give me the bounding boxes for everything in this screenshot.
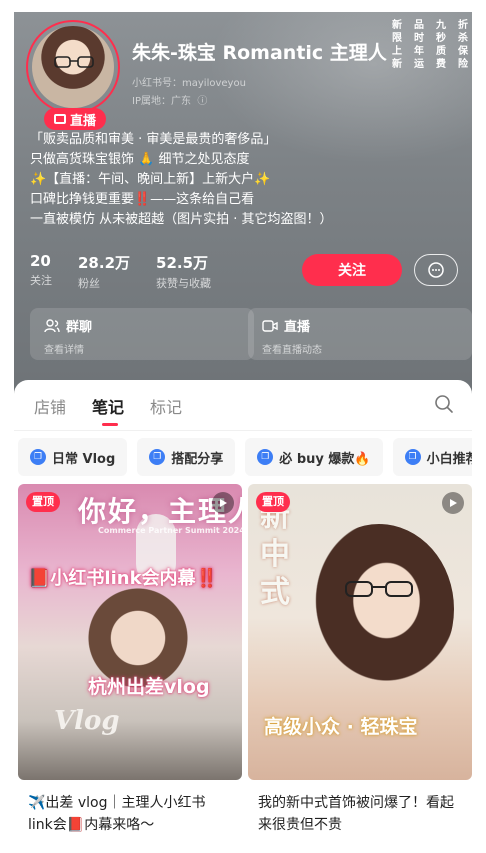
search-button[interactable]: [434, 394, 454, 414]
chip-label: 日常 Vlog: [52, 451, 116, 467]
promise-char: 费: [436, 59, 446, 70]
promise-char: 保: [458, 46, 468, 57]
promise-char: 年: [414, 46, 424, 57]
stat-label: 关注: [30, 274, 52, 287]
promise-char: 新: [392, 20, 402, 31]
chip-label: 必 buy 爆款🔥: [279, 451, 371, 467]
tabs-divider: [14, 430, 472, 431]
tab-tagged[interactable]: 标记: [150, 394, 182, 418]
cover-text: 新中式: [260, 499, 290, 610]
message-button[interactable]: [414, 254, 458, 286]
group-chat-icon: [44, 318, 60, 332]
stat-label: 粉丝: [78, 277, 100, 290]
promise-char: 运: [414, 59, 424, 70]
stat-following[interactable]: 20 关注: [30, 252, 52, 291]
avatar[interactable]: [32, 26, 114, 108]
stat-value: 52.5万: [156, 254, 209, 272]
group-chat-card[interactable]: 群聊 查看详情: [30, 308, 254, 360]
chip-label: 搭配分享: [171, 451, 224, 467]
chat-bubble-icon: [428, 262, 444, 278]
promise-char: 品: [414, 20, 424, 31]
promise-char: 上: [392, 46, 402, 57]
note-cover[interactable]: 新中式 高级小众 · 轻珠宝 置顶: [248, 484, 472, 780]
cover-text: 杭州出差vlog: [88, 676, 210, 698]
live-badge[interactable]: 直播: [44, 108, 106, 130]
promise-char: 折: [458, 20, 468, 31]
collection-chips: ❐ 日常 Vlog ❐ 搭配分享 ❐ 必 buy 爆款🔥 ❐ 小白推荐: [18, 438, 472, 476]
card-subtitle: 查看直播动态: [262, 345, 322, 356]
note-card[interactable]: 你好，主理人 Commerce Partner Summit 2024 📕小红书…: [18, 484, 242, 853]
live-card[interactable]: 直播 查看直播动态: [248, 308, 472, 360]
store-promises: 新 品 九 折 限 时 秒 杀 上 年 质 保 新 运 费 险: [386, 16, 472, 70]
note-title[interactable]: 我的新中式首饰被问爆了！看起来很贵但不贵: [258, 792, 464, 836]
video-play-icon: [212, 492, 234, 514]
follow-button[interactable]: 关注: [302, 254, 402, 286]
profile-stats: 20 关注 28.2万 粉丝 52.5万 获赞与收藏: [30, 252, 211, 291]
bio-line: ✨【直播：午间、晚间上新】上新大户✨: [30, 172, 271, 187]
chip-label: 小白推荐: [426, 451, 472, 467]
card-title: 直播: [262, 316, 458, 335]
cover-text: 高级小众 · 轻珠宝: [264, 716, 418, 738]
promise-char: 秒: [436, 33, 446, 44]
promise-char: 限: [392, 33, 402, 44]
bio-line: 「贩卖品质和审美 · 审美是最贵的奢侈品」: [30, 132, 277, 147]
stat-value: 20: [30, 252, 51, 270]
video-play-icon: [442, 492, 464, 514]
tab-notes[interactable]: 笔记: [92, 394, 124, 426]
card-title: 群聊: [44, 316, 240, 335]
pinned-badge: 置顶: [256, 492, 290, 512]
avatar-frame[interactable]: [26, 20, 120, 114]
note-card[interactable]: 新中式 高级小众 · 轻珠宝 置顶 我的新中式首饰被问爆了！看起来很贵但不贵: [248, 484, 472, 853]
card-title-text: 直播: [284, 320, 311, 335]
avatar-glasses: [54, 56, 94, 68]
stat-likes-collects[interactable]: 52.5万 获赞与收藏: [156, 252, 211, 291]
video-camera-icon: [262, 319, 278, 332]
card-subtitle: 查看详情: [44, 345, 84, 356]
bio-line: 一直被模仿 从未被超越（图片实拍 · 其它均盗图！）: [30, 212, 333, 227]
profile-name: 朱朱-珠宝 Romantic 主理人: [132, 42, 387, 64]
cover-text: 📕小红书link会内幕‼️: [28, 568, 218, 589]
stat-value: 28.2万: [78, 254, 131, 272]
promise-char: 险: [458, 59, 468, 70]
promise-char: 九: [436, 20, 446, 31]
cover-person: [304, 524, 454, 694]
promise-char: 新: [392, 59, 402, 70]
collection-icon: ❐: [149, 449, 166, 465]
chip-beginner[interactable]: ❐ 小白推荐: [392, 438, 472, 476]
cover-text: Vlog: [54, 706, 120, 736]
live-badge-label: 直播: [69, 113, 96, 129]
collection-icon: ❐: [257, 449, 274, 465]
tab-store[interactable]: 店铺: [34, 394, 66, 418]
search-icon: [435, 395, 453, 413]
pinned-badge: 置顶: [26, 492, 60, 512]
ip-location: IP属地：广东 ⓘ: [132, 92, 207, 107]
stat-label: 获赞与收藏: [156, 277, 212, 290]
promise-char: 时: [414, 33, 424, 44]
bio-line: 只做高货珠宝银饰 🙏 细节之处见态度: [30, 152, 250, 167]
note-cover[interactable]: 你好，主理人 Commerce Partner Summit 2024 📕小红书…: [18, 484, 242, 780]
chip-daily-vlog[interactable]: ❐ 日常 Vlog: [18, 438, 128, 476]
chip-must-buy[interactable]: ❐ 必 buy 爆款🔥: [245, 438, 383, 476]
profile-bio[interactable]: 「贩卖品质和审美 · 审美是最贵的奢侈品」 只做高货珠宝银饰 🙏 细节之处见态度…: [30, 130, 460, 230]
profile-header: 直播 朱朱-珠宝 Romantic 主理人 小红书号：mayiloveyou I…: [14, 12, 472, 412]
note-title[interactable]: ✈️出差 vlog｜主理人小红书 link会📕内幕来咯～: [28, 792, 234, 836]
promise-char: 质: [436, 46, 446, 57]
profile-tabs: 店铺 笔记 标记: [34, 394, 182, 426]
promise-char: 杀: [458, 33, 468, 44]
cover-glasses: [345, 581, 413, 597]
chip-outfit-share[interactable]: ❐ 搭配分享: [137, 438, 236, 476]
red-id[interactable]: 小红书号：mayiloveyou: [132, 74, 246, 89]
cover-text: Commerce Partner Summit 2024: [98, 526, 242, 535]
content-sheet: 店铺 笔记 标记 ❐ 日常 Vlog ❐ 搭配分享 ❐ 必 buy 爆款🔥 ❐ …: [14, 380, 472, 853]
stat-followers[interactable]: 28.2万 粉丝: [78, 252, 130, 291]
collection-icon: ❐: [30, 449, 46, 465]
bio-line: 口碑比挣钱更重要‼️——这条给自己看: [30, 192, 255, 207]
ip-location-text: IP属地：广东: [132, 96, 191, 107]
card-title-text: 群聊: [66, 320, 93, 335]
info-icon[interactable]: ⓘ: [194, 96, 207, 107]
collection-icon: ❐: [404, 449, 421, 465]
tv-icon: [53, 114, 66, 124]
